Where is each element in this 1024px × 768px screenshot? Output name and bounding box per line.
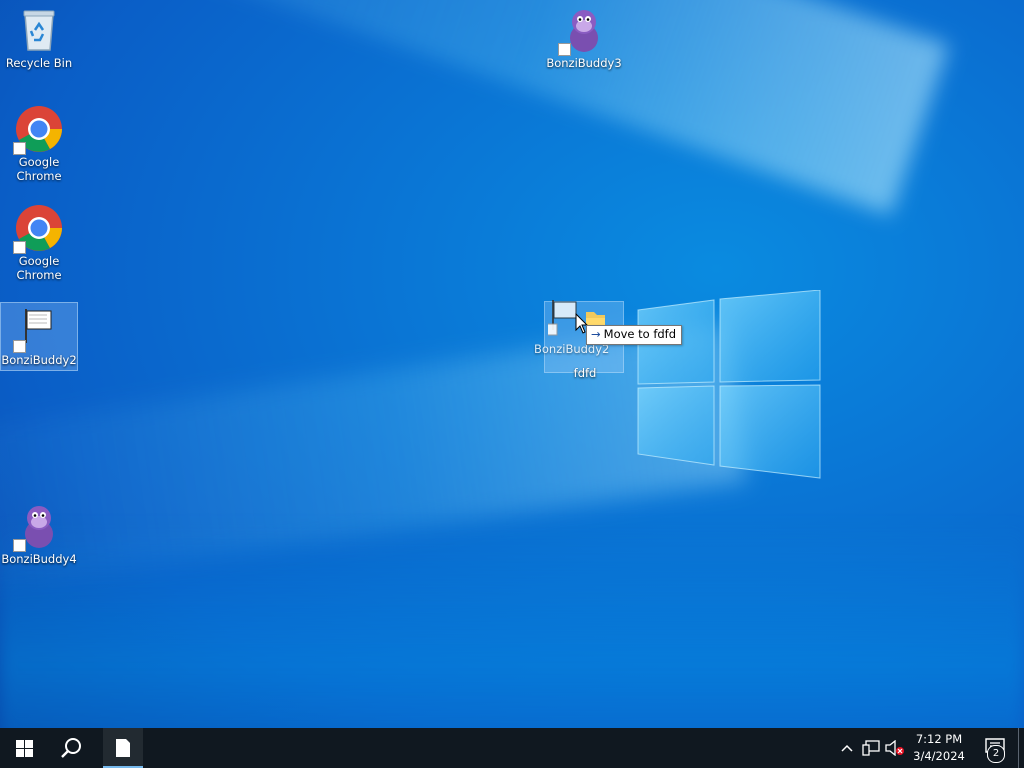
icon-label: BonziBuddy4 (1, 552, 77, 566)
shortcut-arrow-icon (558, 43, 571, 56)
start-button[interactable] (0, 728, 48, 768)
shortcut-arrow-icon (13, 142, 26, 155)
notification-count-badge: 2 (987, 745, 1005, 763)
icon-label: Google Chrome (16, 155, 62, 183)
arrow-right-icon: → (591, 327, 601, 341)
shortcut-arrow-icon (13, 241, 26, 254)
icon-label: BonziBuddy3 (546, 56, 622, 70)
shortcut-arrow-icon (13, 539, 26, 552)
icon-label: fdfd (573, 366, 597, 380)
chrome-icon (13, 204, 63, 254)
taskbar-app-document[interactable] (103, 728, 143, 768)
recycle-bin-icon (15, 6, 63, 54)
light-beam (0, 520, 1024, 728)
search-icon (61, 738, 81, 758)
icon-label: BonziBuddy2 (1, 353, 77, 367)
clock[interactable]: 7:12 PM 3/4/2024 (906, 728, 972, 768)
volume-muted-icon (885, 740, 904, 756)
taskbar: 7:12 PM 3/4/2024 (0, 728, 1024, 768)
search-button[interactable] (48, 728, 96, 768)
icon-label: Recycle Bin (5, 56, 73, 70)
document-icon (116, 739, 130, 757)
bonzi-gorilla-icon (13, 502, 63, 552)
notification-count: 2 (987, 745, 1005, 763)
clock-date: 3/4/2024 (913, 749, 965, 763)
desktop-icon-google-chrome-2[interactable]: Google Chrome (1, 204, 77, 282)
chrome-icon (13, 105, 63, 155)
windows-logo-wallpaper (637, 290, 821, 479)
desktop-icon-bonzibuddy4[interactable]: BonziBuddy4 (1, 502, 77, 566)
icon-label: Google Chrome (16, 254, 62, 282)
chevron-up-icon (841, 744, 853, 752)
bonzi-gorilla-icon (558, 6, 608, 56)
desktop-icon-bonzibuddy3[interactable]: BonziBuddy3 (546, 6, 622, 70)
volume-tray-button[interactable] (884, 728, 906, 768)
windows-start-icon (15, 739, 33, 757)
light-beam (0, 0, 950, 216)
show-desktop-button[interactable] (1018, 728, 1024, 768)
network-icon (862, 740, 880, 756)
clock-time: 7:12 PM (915, 732, 963, 746)
desktop-icon-bonzibuddy2[interactable]: BonziBuddy2 (0, 302, 78, 371)
drag-tooltip: → Move to fdfd (586, 325, 683, 345)
network-tray-button[interactable] (860, 728, 882, 768)
desktop-icon-google-chrome[interactable]: Google Chrome (1, 105, 77, 183)
flag-file-icon (13, 303, 63, 353)
shortcut-arrow-icon (13, 340, 26, 353)
show-hidden-icons-button[interactable] (838, 728, 856, 768)
desktop-icon-recycle-bin[interactable]: Recycle Bin (1, 6, 77, 70)
desktop[interactable]: Recycle Bin Google Chrome Google Chrome … (0, 0, 1024, 728)
drag-tooltip-text: Move to fdfd (603, 327, 677, 341)
